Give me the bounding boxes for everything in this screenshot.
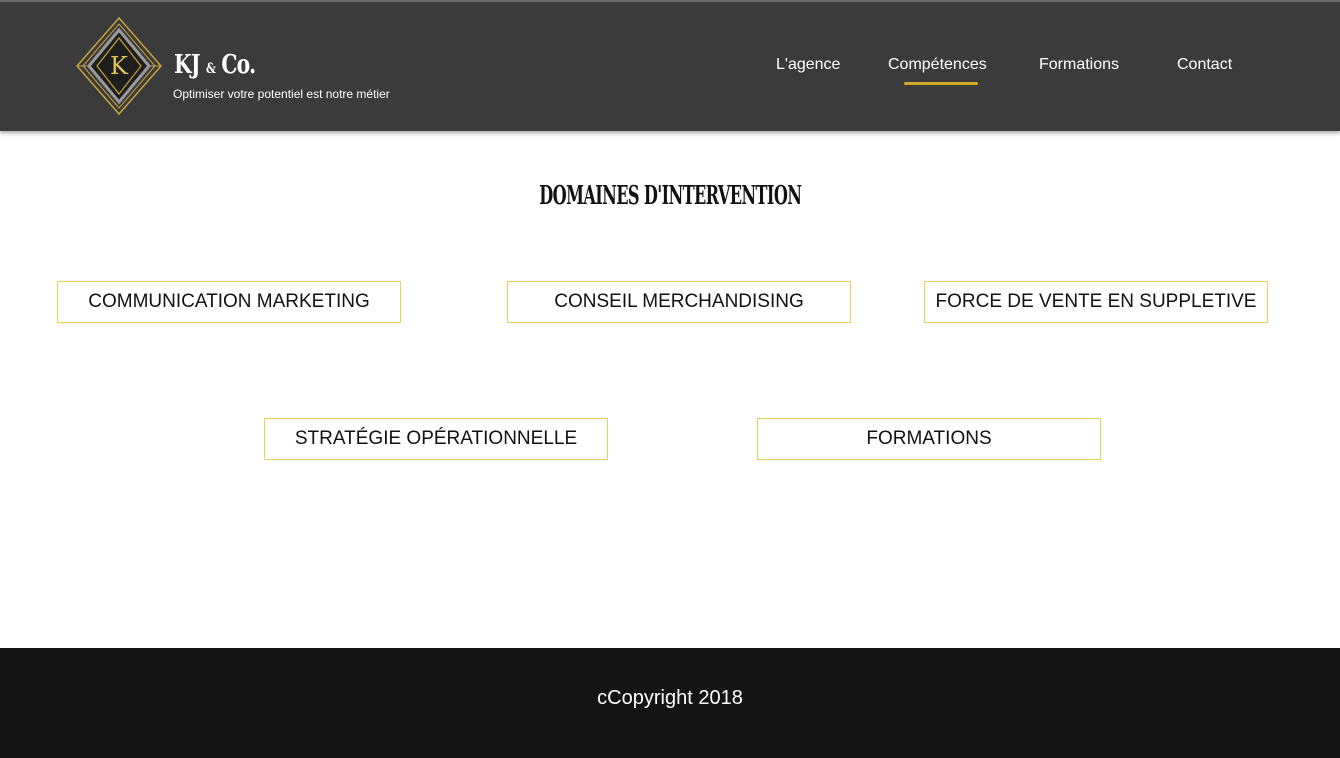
nav-item-competences[interactable]: Compétences bbox=[888, 56, 987, 74]
brand-name: KJ & Co. bbox=[174, 50, 256, 84]
domain-label: COMMUNICATION MARKETING bbox=[88, 291, 370, 312]
section-title-text: DOMAINES D'INTERVENTION bbox=[538, 181, 802, 211]
logo-letter: K bbox=[110, 52, 129, 80]
domain-formations[interactable]: FORMATIONS bbox=[757, 418, 1101, 460]
section-title: DOMAINES D'INTERVENTION bbox=[0, 180, 1340, 212]
domain-force-de-vente[interactable]: FORCE DE VENTE EN SUPPLETIVE bbox=[924, 281, 1268, 323]
tagline: Optimiser votre potentiel est notre méti… bbox=[173, 87, 390, 101]
domain-label: FORCE DE VENTE EN SUPPLETIVE bbox=[935, 291, 1257, 312]
brand-ampersand: & bbox=[205, 61, 216, 77]
domain-conseil-merchandising[interactable]: CONSEIL MERCHANDISING bbox=[507, 281, 851, 323]
domain-communication-marketing[interactable]: COMMUNICATION MARKETING bbox=[57, 281, 401, 323]
active-nav-indicator bbox=[904, 82, 978, 85]
nav-item-formations[interactable]: Formations bbox=[1039, 56, 1119, 74]
nav-item-agence[interactable]: L'agence bbox=[776, 56, 840, 74]
domain-label: CONSEIL MERCHANDISING bbox=[554, 291, 804, 312]
brand-main: KJ bbox=[174, 50, 200, 80]
site-header: K KJ & Co. Optimiser votre potentiel est… bbox=[0, 0, 1340, 131]
nav-item-contact[interactable]: Contact bbox=[1177, 56, 1232, 74]
domain-label: STRATÉGIE OPÉRATIONNELLE bbox=[294, 428, 578, 449]
copyright-text: cCopyright 2018 bbox=[597, 687, 743, 709]
brand-tail: Co. bbox=[221, 50, 256, 80]
page: K KJ & Co. Optimiser votre potentiel est… bbox=[0, 0, 1340, 758]
domain-label: FORMATIONS bbox=[866, 428, 992, 449]
domain-strategie-operationnelle[interactable]: STRATÉGIE OPÉRATIONNELLE bbox=[264, 418, 608, 460]
kj-logo-icon[interactable]: K bbox=[75, 16, 163, 116]
